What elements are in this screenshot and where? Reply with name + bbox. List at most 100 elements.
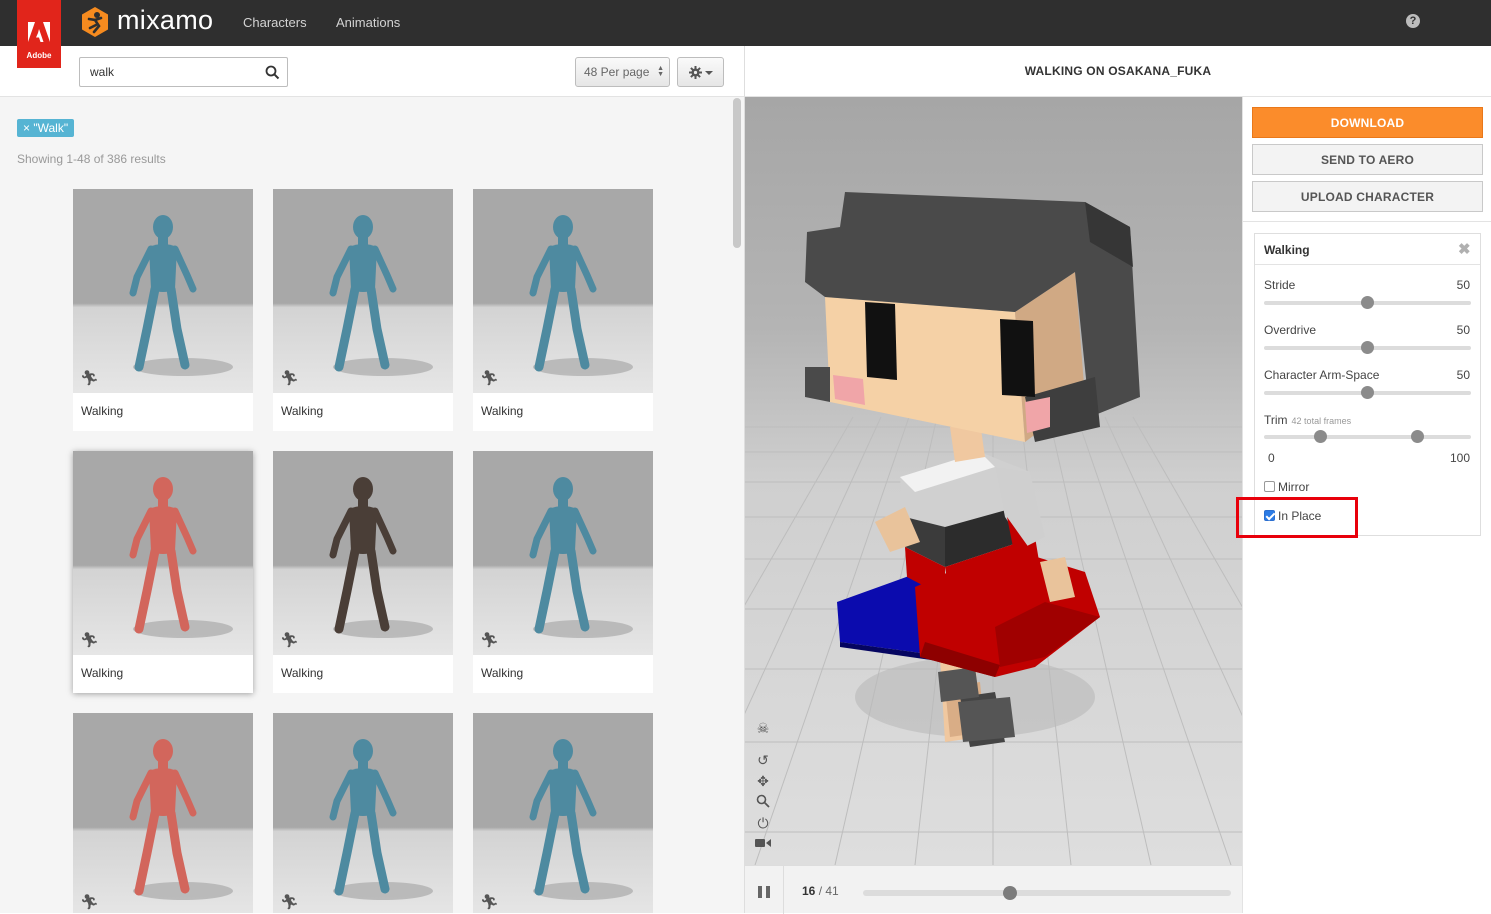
animation-card[interactable]: 🏃︎ Walking (473, 189, 653, 431)
adobe-logo[interactable]: Adobe (17, 0, 61, 68)
trim-label: Trim 42 total frames (1264, 413, 1351, 427)
trim-end-knob[interactable] (1411, 430, 1425, 443)
skeleton-icon[interactable]: ☠ (755, 720, 771, 736)
sidebar-divider (1243, 221, 1491, 222)
animation-type-icon: 🏃︎ (80, 632, 100, 649)
per-page-value: 48 Per page (584, 65, 650, 79)
power-icon[interactable]: ⏻ (755, 815, 771, 831)
mirror-checkbox[interactable] (1264, 481, 1275, 492)
timeline-scrubber[interactable] (1003, 886, 1018, 900)
animation-card[interactable]: 🏃︎ Walking (273, 451, 453, 693)
pan-icon[interactable]: ✥ (755, 773, 771, 789)
send-to-aero-button[interactable]: SEND TO AERO (1252, 144, 1483, 175)
animation-settings-panel: Walking ✖ Stride 50 Overdrive 50 Charact… (1254, 233, 1481, 536)
arm-space-value: 50 (1456, 368, 1470, 382)
current-frame: 16 (802, 884, 816, 898)
chevron-down-icon (705, 71, 713, 75)
adobe-label: Adobe (26, 51, 52, 60)
mirror-checkbox-row[interactable]: Mirror (1264, 480, 1309, 494)
trim-max-value: 100 (1449, 451, 1470, 465)
per-page-select[interactable]: 48 Per page ▲ ▼ (575, 57, 670, 87)
arm-space-slider[interactable] (1264, 386, 1471, 399)
animation-card-label: Walking (481, 666, 524, 680)
stride-slider-knob[interactable] (1361, 296, 1374, 309)
animation-type-icon: 🏃︎ (80, 894, 100, 911)
trim-total-frames: 42 total frames (1291, 416, 1352, 426)
animation-type-icon: 🏃︎ (80, 370, 100, 387)
mirror-label: Mirror (1278, 480, 1310, 494)
filter-tag-walk[interactable]: × "Walk" (17, 119, 75, 137)
animation-browser: walk 48 Per page ▲ ▼ × "Walk" Showing 1-4… (0, 46, 745, 913)
overdrive-label: Overdrive (1264, 323, 1317, 337)
pause-icon (758, 886, 762, 898)
animation-thumbnail[interactable] (473, 451, 653, 655)
playback-bar: 16 / 41 (745, 865, 1242, 914)
result-count: Showing 1-48 of 386 results (17, 152, 166, 166)
viewer-title: WALKING ON OSAKANA_FUKA (1024, 64, 1212, 78)
annotation-highlight-box (1236, 497, 1358, 538)
trim-start-knob[interactable] (1313, 430, 1327, 443)
nav-animations[interactable]: Animations (336, 15, 400, 30)
animation-thumbnail[interactable] (473, 189, 653, 393)
pause-button[interactable] (758, 886, 771, 898)
camera-icon[interactable] (755, 836, 771, 852)
overdrive-value: 50 (1456, 323, 1470, 337)
zoom-icon[interactable] (755, 794, 771, 810)
animation-card-label: Walking (81, 404, 124, 418)
search-toolbar: walk 48 Per page ▲ ▼ (0, 46, 744, 97)
animation-card[interactable]: 🏃︎ (473, 713, 653, 913)
animation-type-icon: 🏃︎ (480, 370, 500, 387)
animation-card[interactable]: 🏃︎ Walking (73, 451, 253, 693)
animation-type-icon: 🏃︎ (480, 632, 500, 649)
close-icon[interactable]: ✖ (1458, 240, 1471, 258)
mixamo-logo-icon[interactable] (80, 6, 110, 38)
animation-card[interactable]: 🏃︎ (73, 713, 253, 913)
results-scrollbar[interactable] (733, 98, 741, 248)
adobe-icon (28, 22, 50, 42)
animation-thumbnail[interactable] (473, 713, 653, 913)
gear-icon (689, 66, 702, 79)
help-icon[interactable]: ? (1406, 14, 1420, 28)
animation-card[interactable]: 🏃︎ (273, 713, 453, 913)
voxel-character (805, 192, 1140, 747)
trim-min-value: 0 (1268, 451, 1275, 465)
trim-slider[interactable] (1264, 430, 1471, 443)
animation-thumbnail[interactable] (73, 713, 253, 913)
timeline-track[interactable] (863, 886, 1231, 900)
download-button[interactable]: DOWNLOAD (1252, 107, 1483, 138)
panel-header: Walking ✖ (1255, 234, 1480, 265)
animation-thumbnail[interactable] (73, 451, 253, 655)
search-icon[interactable] (265, 65, 280, 80)
animation-card-label: Walking (81, 666, 124, 680)
animation-thumbnail[interactable] (73, 189, 253, 393)
stride-slider[interactable] (1264, 296, 1471, 309)
search-input[interactable]: walk (79, 57, 288, 87)
nav-characters[interactable]: Characters (243, 15, 307, 30)
viewer-header: WALKING ON OSAKANA_FUKA (745, 46, 1491, 97)
animation-thumbnail[interactable] (273, 451, 453, 655)
pause-icon-bar (766, 886, 770, 898)
frame-counter: 16 / 41 (802, 884, 839, 898)
playbar-separator (783, 866, 784, 914)
animation-card-label: Walking (281, 404, 324, 418)
animation-card[interactable]: 🏃︎ Walking (73, 189, 253, 431)
stride-value: 50 (1456, 278, 1470, 292)
3d-viewport[interactable]: ☠ ↺ ✥ ⏻ (745, 97, 1242, 865)
animation-card-label: Walking (481, 404, 524, 418)
overdrive-slider-knob[interactable] (1361, 341, 1374, 354)
animation-type-icon: 🏃︎ (280, 894, 300, 911)
arm-space-slider-knob[interactable] (1361, 386, 1374, 399)
animation-thumbnail[interactable] (273, 189, 453, 393)
overdrive-slider[interactable] (1264, 341, 1471, 354)
animation-thumbnail[interactable] (273, 713, 453, 913)
panel-title: Walking (1264, 243, 1310, 257)
animation-card[interactable]: 🏃︎ Walking (473, 451, 653, 693)
animation-card[interactable]: 🏃︎ Walking (273, 189, 453, 431)
logo-text[interactable]: mixamo (117, 5, 213, 36)
upload-character-button[interactable]: UPLOAD CHARACTER (1252, 181, 1483, 212)
reset-view-icon[interactable]: ↺ (755, 752, 771, 768)
animation-type-icon: 🏃︎ (480, 894, 500, 911)
settings-dropdown-button[interactable] (677, 57, 724, 87)
total-frames: / 41 (815, 884, 839, 898)
trim-label-text: Trim (1264, 413, 1288, 427)
